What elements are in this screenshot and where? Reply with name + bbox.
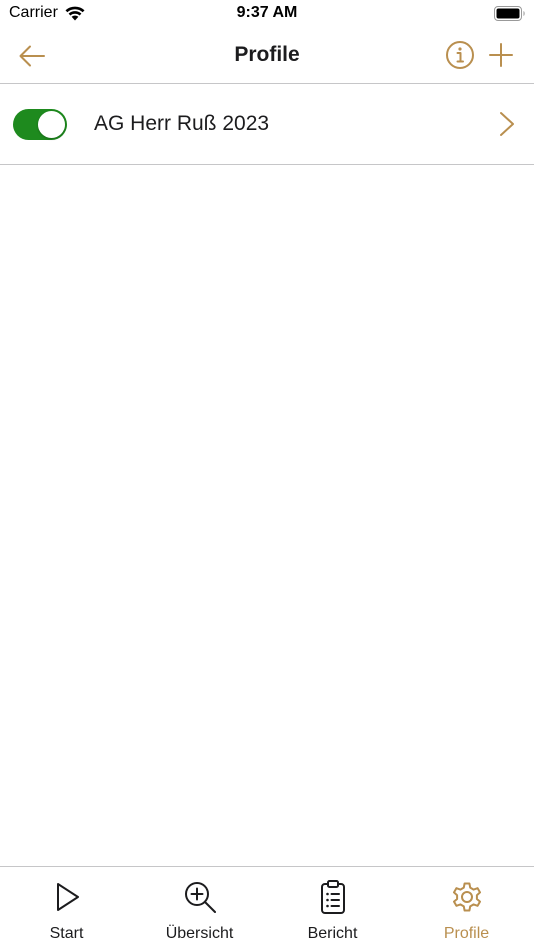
tab-profile[interactable]: Profile bbox=[400, 867, 533, 950]
zoom-in-icon bbox=[184, 882, 216, 913]
profile-screen: Carrier 9:37 AM Profile AG Herr Ruß 2023… bbox=[0, 0, 534, 950]
tab-bar: Start Übersicht Bericht Profile bbox=[0, 866, 534, 950]
add-button[interactable] bbox=[486, 39, 516, 71]
tab-bericht[interactable]: Bericht bbox=[266, 867, 399, 950]
tab-uebersicht[interactable]: Übersicht bbox=[133, 867, 266, 950]
tab-start[interactable]: Start bbox=[0, 867, 133, 950]
status-bar: Carrier 9:37 AM bbox=[0, 0, 534, 28]
info-circle-icon bbox=[446, 41, 474, 69]
play-icon bbox=[56, 883, 79, 911]
tab-bericht-label: Bericht bbox=[307, 925, 358, 942]
profile-toggle[interactable] bbox=[13, 109, 67, 140]
profile-list-item[interactable]: AG Herr Ruß 2023 bbox=[0, 84, 534, 165]
gear-icon bbox=[452, 882, 481, 912]
toggle-knob bbox=[38, 111, 65, 138]
info-button[interactable] bbox=[444, 39, 476, 71]
chevron-right-icon bbox=[500, 112, 514, 136]
navigation-bar: Profile bbox=[0, 28, 534, 84]
clipboard-list-icon bbox=[320, 880, 345, 914]
tab-uebersicht-label: Übersicht bbox=[165, 925, 234, 942]
plus-icon bbox=[489, 43, 513, 67]
clock: 9:37 AM bbox=[236, 4, 298, 21]
profile-name: AG Herr Ruß 2023 bbox=[94, 112, 270, 135]
back-button[interactable] bbox=[14, 40, 50, 72]
battery-icon bbox=[494, 6, 525, 21]
arrow-left-icon bbox=[19, 45, 45, 67]
tab-start-label: Start bbox=[49, 925, 84, 942]
tab-profile-label: Profile bbox=[443, 925, 490, 942]
